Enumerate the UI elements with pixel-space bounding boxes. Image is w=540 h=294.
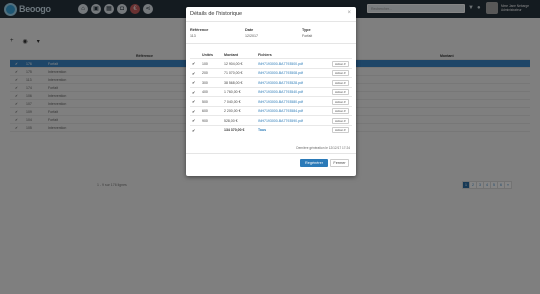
column-files: Fichiers [258,53,272,57]
row-amount: 528,00 € [224,118,238,123]
row-units: 600 [202,109,208,113]
divider [186,21,356,22]
close-icon[interactable]: × [347,10,351,16]
row-amount: 7 040,00 € [224,99,241,104]
column-amount: Montant [224,53,238,57]
total-action-button[interactable]: Action ▾ [332,127,349,133]
history-row: ✔ 400 1 760,00 € INH7193000-BA7793540.pdf Ac… [190,86,352,96]
row-amount: 12 904,00 € [224,61,243,66]
row-action-button[interactable]: Action ▾ [332,79,349,86]
row-file-link[interactable]: INH7193000-BA7793580.pdf [258,100,303,104]
history-row: ✔ 100 12 904,00 € INH7193000-BA7793500.pdf A… [190,58,352,67]
row-units: 400 [202,90,208,94]
history-row: ✔ 300 38 568,00 € INH7193000-BA7793528.pdf A… [190,77,352,86]
check-icon: ✔ [192,70,196,76]
history-row: ✔ 900 528,00 € INH7193000-BA7793590.pdf Acti… [190,115,352,124]
type-label: Type [302,28,311,32]
total-amount: 134 370,00 € [224,128,245,132]
check-icon: ✔ [192,80,196,85]
row-action-button[interactable]: Action ▾ [332,70,349,76]
type-value: Forfait [302,34,313,38]
reference-value: 113 [190,34,196,38]
row-units: 900 [202,118,208,123]
history-row: ✔ 500 7 040,00 € INH7193000-BA7793580.pdf Ac… [190,96,352,105]
row-amount: 2 200,00 € [224,109,241,113]
check-icon: ✔ [192,108,196,114]
row-file-link[interactable]: INH7193000-BA7793528.pdf [258,81,303,85]
history-row: ✔ 600 2 200,00 € INH7193000-BA7793584.pdf Ac… [190,105,352,115]
history-details-modal: Détails de l'historique × Référence 113 … [186,7,356,176]
date-value: 12/2017 [245,34,258,38]
check-icon: ✔ [192,99,196,104]
row-file-link[interactable]: INH7193000-BA7793508.pdf [258,71,303,75]
row-units: 500 [202,99,208,104]
row-action-button[interactable]: Action ▾ [332,98,349,105]
row-file-link[interactable]: INH7193000-BA7793584.pdf [258,109,303,113]
row-action-button[interactable]: Action ▾ [332,117,349,124]
row-units: 100 [202,61,208,66]
column-units: Unités [202,53,213,57]
history-row: ✔ 200 71 070,00 € INH7193000-BA7793508.pdf A… [190,67,352,77]
row-units: 300 [202,80,208,85]
divider [186,153,356,154]
generation-note: Dernière génération le 12/12/17 17:24 [296,146,350,150]
date-label: Date [245,28,254,32]
regenerate-button[interactable]: Regénérer [300,159,328,167]
row-amount: 71 070,00 € [224,71,243,75]
row-amount: 1 760,00 € [224,90,241,94]
all-files-link[interactable]: Tous [258,128,266,132]
row-action-button[interactable]: Action ▾ [332,60,349,67]
check-icon: ✔ [192,61,196,66]
total-row: ✔ 134 370,00 € Tous Action ▾ [190,124,352,134]
row-action-button[interactable]: Action ▾ [332,89,349,95]
divider [186,43,356,44]
check-icon: ✔ [192,127,196,133]
row-file-link[interactable]: INH7193000-BA7793500.pdf [258,62,303,66]
reference-label: Référence [190,28,209,32]
row-action-button[interactable]: Action ▾ [332,108,349,114]
check-icon: ✔ [192,118,196,123]
modal-title: Détails de l'historique [190,11,243,17]
row-file-link[interactable]: INH7193000-BA7793540.pdf [258,90,303,94]
row-units: 200 [202,71,208,75]
check-icon: ✔ [192,89,196,95]
row-amount: 38 568,00 € [224,80,243,85]
close-button[interactable]: Fermer [330,159,349,167]
row-file-link[interactable]: INH7193000-BA7793590.pdf [258,119,303,123]
